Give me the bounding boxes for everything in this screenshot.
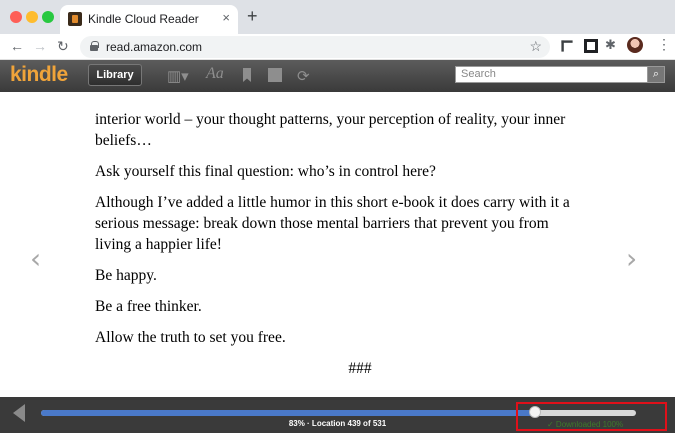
browser-tabstrip: Kindle Cloud Reader × + [0,0,675,34]
new-tab-button[interactable]: + [247,7,258,25]
paragraph: Although I’ve added a little humor in th… [95,194,570,253]
kindle-favicon-icon [68,12,82,26]
bookmark-star-icon[interactable]: ☆ [529,38,542,55]
forward-button[interactable]: → [33,38,47,54]
search-input[interactable]: Search [455,66,648,83]
tab-title: Kindle Cloud Reader [88,12,199,26]
browser-toolbar: ← → ↻ read.amazon.com ☆ [0,34,675,60]
tab-close-icon[interactable]: × [222,10,230,25]
puzzle-extensions-icon[interactable]: ✱ [605,37,619,52]
notes-icon[interactable] [268,68,282,82]
paragraph: Be happy. [95,267,157,284]
kindle-toolbar: kindle Library ▥▾ Aa ⟳ Search ⌕ [0,60,675,92]
extension-icon[interactable] [561,40,573,52]
paragraph: Be a free thinker. [95,298,202,315]
reading-pane: ‹ › interior world – your thought patter… [0,92,675,397]
close-window-button[interactable] [10,11,22,23]
back-button[interactable]: ← [10,38,24,54]
search-icon[interactable]: ⌕ [647,66,665,83]
paragraph: interior world – your thought patterns, … [95,111,566,149]
paragraph: Ask yourself this final question: who’s … [95,163,436,180]
profile-avatar[interactable] [627,37,643,53]
browser-menu-icon[interactable]: ⋮ [657,36,671,53]
bookmark-icon[interactable] [243,68,251,82]
book-text: interior world – your thought patterns, … [95,109,585,389]
reload-button[interactable]: ↻ [57,38,69,55]
minimize-window-button[interactable] [26,11,38,23]
previous-page-icon[interactable]: ‹ [30,242,41,275]
font-settings-icon[interactable]: Aa [206,65,224,83]
zoom-window-button[interactable] [42,11,54,23]
kindle-logo[interactable]: kindle [10,63,68,87]
paragraph: Allow the truth to set you free. [95,329,286,346]
sync-icon[interactable]: ⟳ [297,67,310,85]
end-mark: ### [348,360,372,377]
address-bar[interactable]: read.amazon.com ☆ [80,36,550,58]
progress-fill [41,410,535,416]
next-page-icon[interactable]: › [626,242,637,275]
annotation-highlight-box [516,402,667,431]
library-button[interactable]: Library [88,64,142,86]
url-text: read.amazon.com [106,40,203,54]
lock-icon [90,41,99,51]
extension-square-icon[interactable] [584,39,598,53]
browser-tab[interactable]: Kindle Cloud Reader × [60,5,238,34]
book-view-icon[interactable]: ▥▾ [167,67,189,85]
